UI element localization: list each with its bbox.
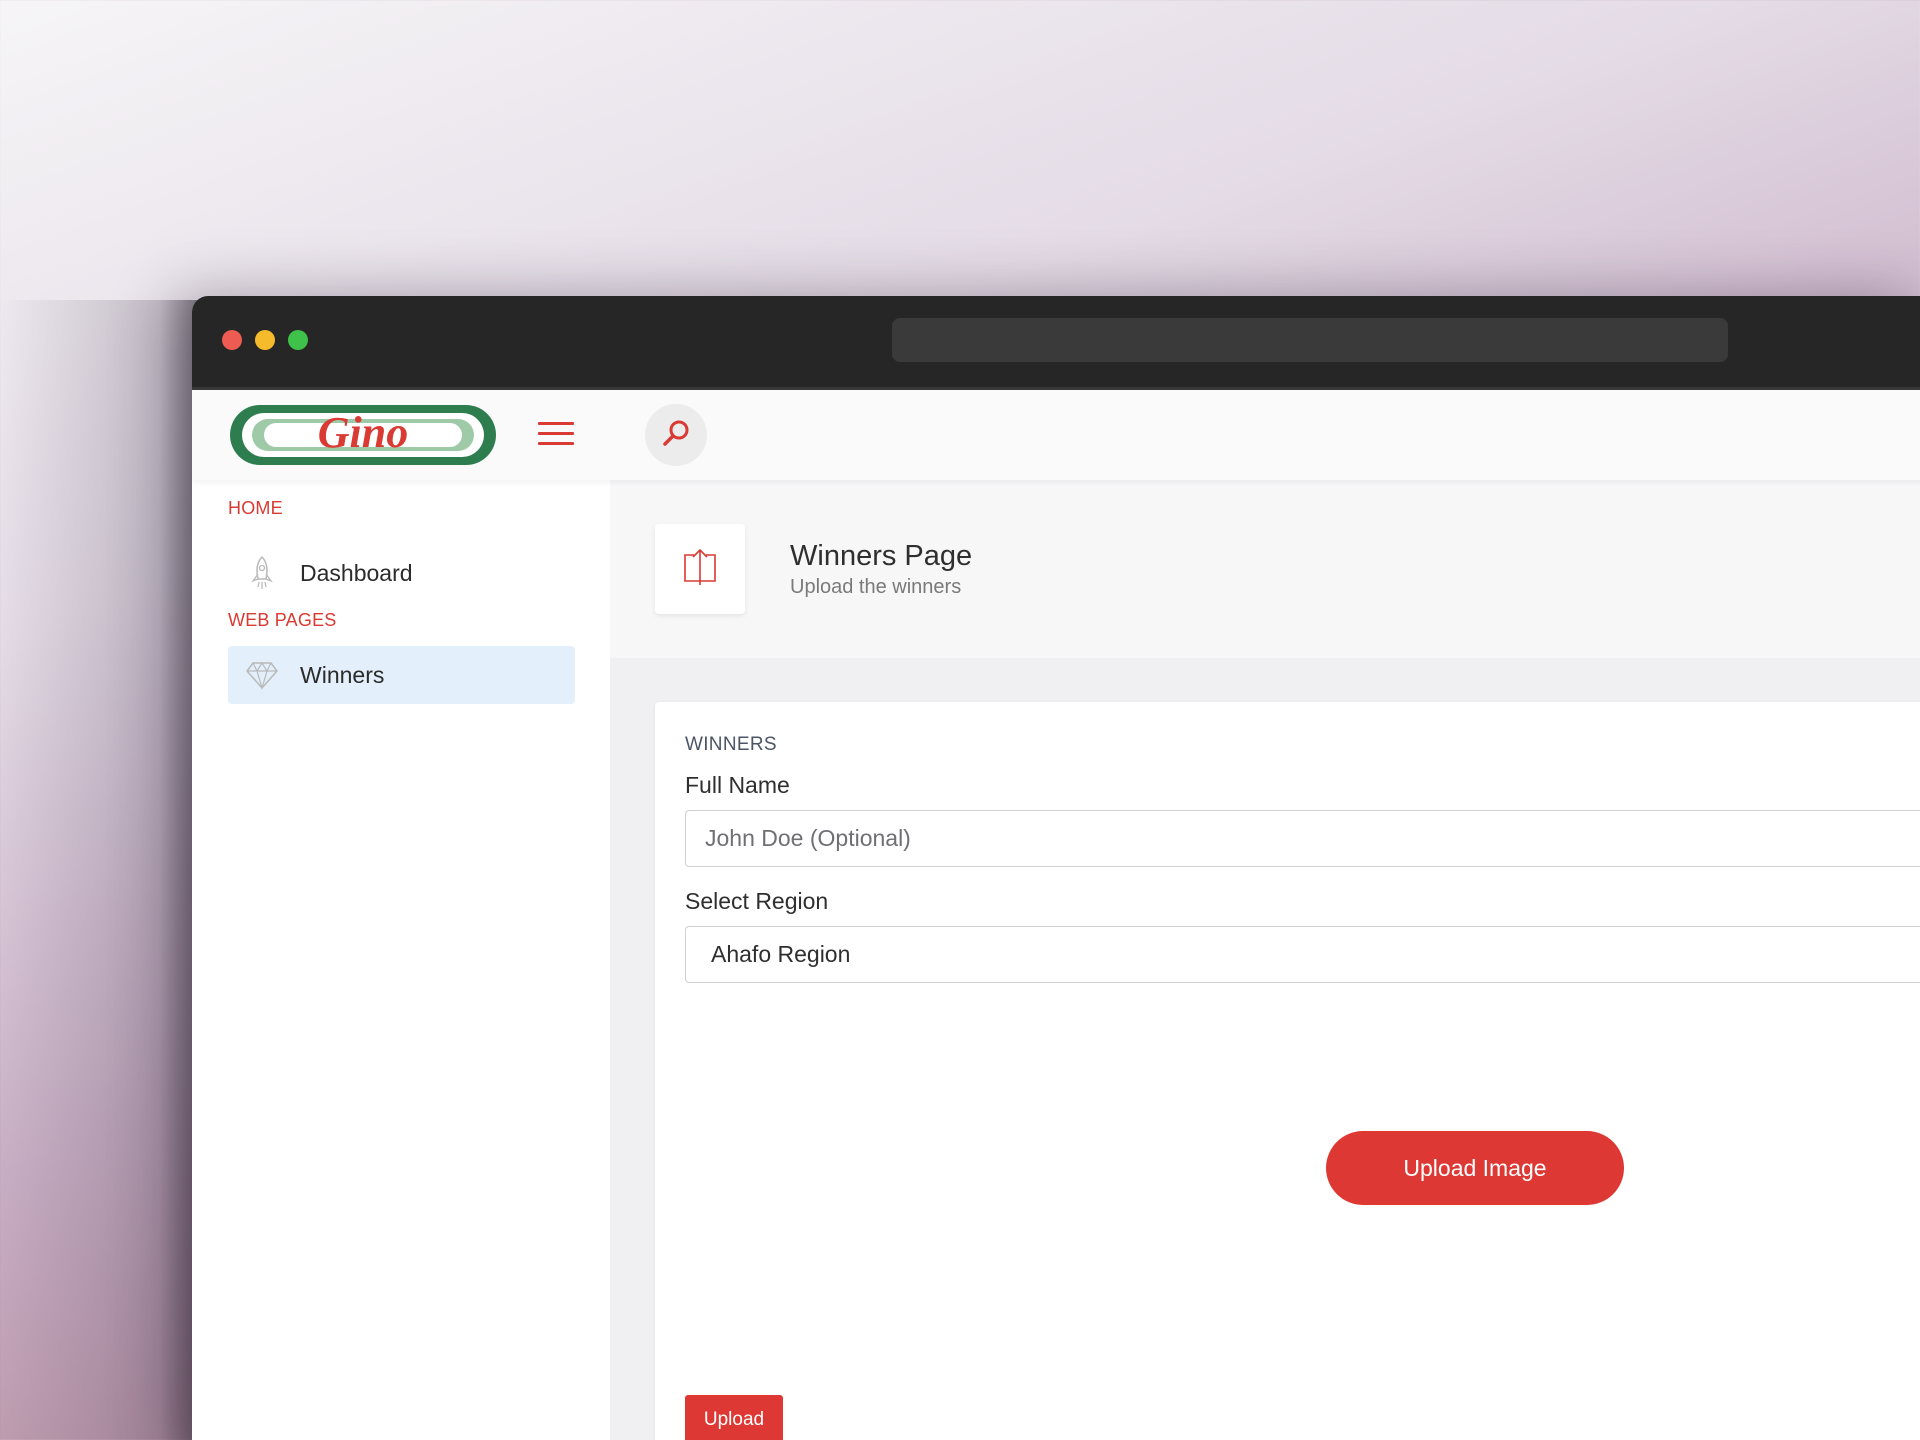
sidebar-item-label: Winners bbox=[300, 661, 385, 688]
browser-titlebar bbox=[192, 296, 1920, 390]
winners-form-card: WINNERS Full Name John Doe (Optional) Se… bbox=[655, 702, 1920, 1440]
minimize-window-button[interactable] bbox=[255, 330, 275, 350]
svg-text:Gino: Gino bbox=[318, 408, 408, 457]
upload-image-button[interactable]: Upload Image bbox=[1326, 1131, 1624, 1205]
search-button[interactable] bbox=[645, 404, 707, 466]
top-navbar: Gino bbox=[192, 390, 1920, 480]
desktop-shadow bbox=[0, 300, 200, 1440]
gino-logo[interactable]: Gino bbox=[228, 402, 498, 468]
main-content: Winners Page Upload the winners WINNERS … bbox=[610, 480, 1920, 1440]
diamond-icon bbox=[244, 657, 280, 693]
page-header-icon-box bbox=[655, 524, 745, 614]
sidebar-heading-web-pages: WEB PAGES bbox=[228, 610, 337, 630]
sidebar-item-dashboard[interactable]: Dashboard bbox=[228, 544, 575, 602]
rocket-icon bbox=[244, 555, 280, 591]
region-label: Select Region bbox=[685, 888, 829, 914]
card-title: WINNERS bbox=[685, 734, 777, 755]
page-subtitle: Upload the winners bbox=[790, 576, 962, 598]
full-name-placeholder: John Doe (Optional) bbox=[705, 825, 911, 851]
sidebar: HOME Dashboard WEB PAGES Winners bbox=[192, 480, 610, 1440]
maximize-window-button[interactable] bbox=[288, 330, 308, 350]
upload-button[interactable]: Upload bbox=[685, 1395, 783, 1440]
address-bar[interactable] bbox=[892, 318, 1728, 362]
region-select[interactable]: Ahafo Region bbox=[685, 926, 1920, 983]
full-name-label: Full Name bbox=[685, 772, 790, 798]
region-select-value: Ahafo Region bbox=[711, 941, 851, 967]
sidebar-item-label: Dashboard bbox=[300, 559, 413, 586]
sidebar-heading-home: HOME bbox=[228, 498, 283, 518]
upload-icon bbox=[682, 547, 718, 592]
full-name-input[interactable]: John Doe (Optional) bbox=[685, 810, 1920, 867]
sidebar-item-winners[interactable]: Winners bbox=[228, 646, 575, 704]
page-header: Winners Page Upload the winners bbox=[610, 480, 1920, 658]
menu-toggle-button[interactable] bbox=[538, 422, 574, 446]
search-icon bbox=[661, 418, 691, 453]
browser-window: Gino HOME Dashboard WEB PAGES Winners Wi… bbox=[192, 296, 1920, 1440]
close-window-button[interactable] bbox=[222, 330, 242, 350]
page-title: Winners Page bbox=[790, 540, 973, 572]
